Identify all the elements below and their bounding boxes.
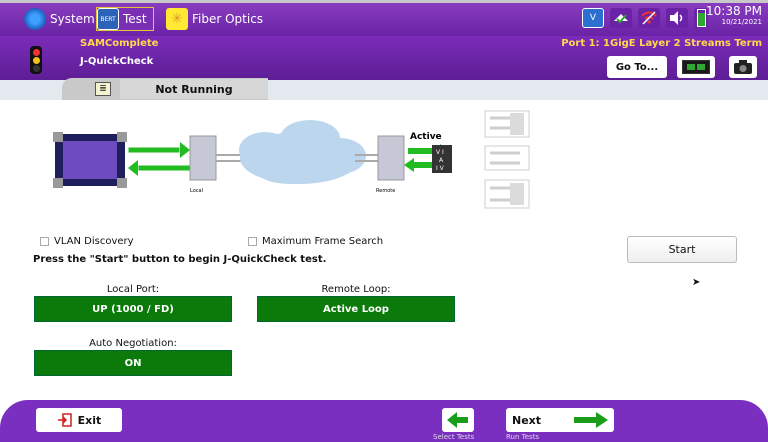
status-icons: V [582, 8, 708, 28]
local-port-label: Local Port: [106, 284, 160, 295]
local-box [189, 135, 217, 181]
vlan-discovery-label: VLAN Discovery [54, 236, 134, 247]
layer2-loop-icon [484, 179, 530, 209]
wifi-icon[interactable] [638, 8, 660, 28]
clock-date: 10/21/2021 [721, 18, 762, 26]
exit-button[interactable]: Exit [36, 408, 122, 432]
fiber-optics-menu[interactable]: ✳ Fiber Optics [166, 7, 263, 31]
test-label: Test [123, 12, 147, 26]
results-layout-icon [682, 60, 710, 74]
results-layout-button[interactable] [677, 56, 715, 78]
fiber-optics-label: Fiber Optics [192, 12, 264, 26]
network-cloud-icon [239, 120, 366, 184]
active-loop-icon: V I A I V [404, 144, 452, 173]
svg-text:I V: I V [436, 165, 445, 172]
start-button[interactable]: Start [627, 236, 737, 263]
vnc-icon[interactable]: V [582, 8, 604, 28]
camera-icon [734, 60, 752, 74]
remote-loop-label: Remote Loop: [321, 284, 391, 295]
checkbox-icon [248, 237, 257, 246]
remote-loop-value: Active Loop [257, 296, 455, 322]
arrow-left-icon [447, 412, 468, 428]
system-label: System [50, 12, 95, 26]
fiber-optics-icon: ✳ [166, 8, 188, 30]
select-tests-label: Select Tests [433, 433, 475, 441]
traffic-light-icon [30, 46, 42, 74]
local-device-icon [53, 132, 127, 188]
remote-label: Remote [376, 188, 395, 194]
goto-button[interactable]: Go To... [607, 56, 667, 78]
arrow-right-icon [574, 412, 608, 428]
auto-negotiation-label: Auto Negotiation: [89, 338, 177, 349]
test-status: Not Running [120, 79, 268, 99]
local-port-value: UP (1000 / FD) [34, 296, 232, 322]
clock: 10:38 PM 10/21/2021 [706, 4, 762, 26]
bert-icon: BERT [97, 8, 119, 30]
local-traffic-arrows [127, 142, 191, 176]
next-label: Next [512, 413, 542, 427]
instruction-text: Press the "Start" button to begin J-Quic… [33, 254, 327, 265]
checkbox-icon [40, 237, 49, 246]
camera-button[interactable] [729, 56, 757, 78]
document-icon[interactable]: ≣ [95, 82, 111, 96]
top-strip [0, 0, 768, 3]
exit-label: Exit [77, 413, 102, 427]
mouse-cursor-icon: ➤ [692, 277, 701, 288]
gear-icon [24, 8, 46, 30]
max-frame-search-checkbox[interactable]: Maximum Frame Search [248, 236, 383, 247]
max-frame-search-label: Maximum Frame Search [262, 236, 384, 247]
next-button[interactable]: Next [506, 408, 614, 432]
system-menu[interactable]: System [24, 7, 95, 31]
svg-text:V I: V I [436, 149, 444, 156]
network-diagram: Local Remote Active V I A I V [53, 110, 530, 209]
local-label: Local [190, 188, 203, 194]
auto-negotiation-value: ON [34, 350, 232, 376]
select-tests-button[interactable] [442, 408, 474, 432]
active-label: Active [410, 132, 442, 142]
clock-time: 10:38 PM [706, 4, 762, 18]
layer4-loop-icon [484, 110, 530, 138]
exit-icon [57, 413, 72, 427]
connection-check-icon[interactable] [610, 8, 632, 28]
vlan-discovery-checkbox[interactable]: VLAN Discovery [40, 236, 134, 247]
page-title: J-QuickCheck [80, 56, 154, 67]
layer3-loop-icon [484, 145, 530, 171]
test-menu[interactable]: BERT Test [96, 7, 154, 31]
app-title: SAMComplete [80, 38, 159, 49]
port-info: Port 1: 1GigE Layer 2 Streams Term [561, 38, 762, 49]
speaker-icon[interactable] [666, 8, 688, 28]
remote-box [377, 135, 405, 181]
run-tests-label: Run Tests [506, 433, 540, 441]
